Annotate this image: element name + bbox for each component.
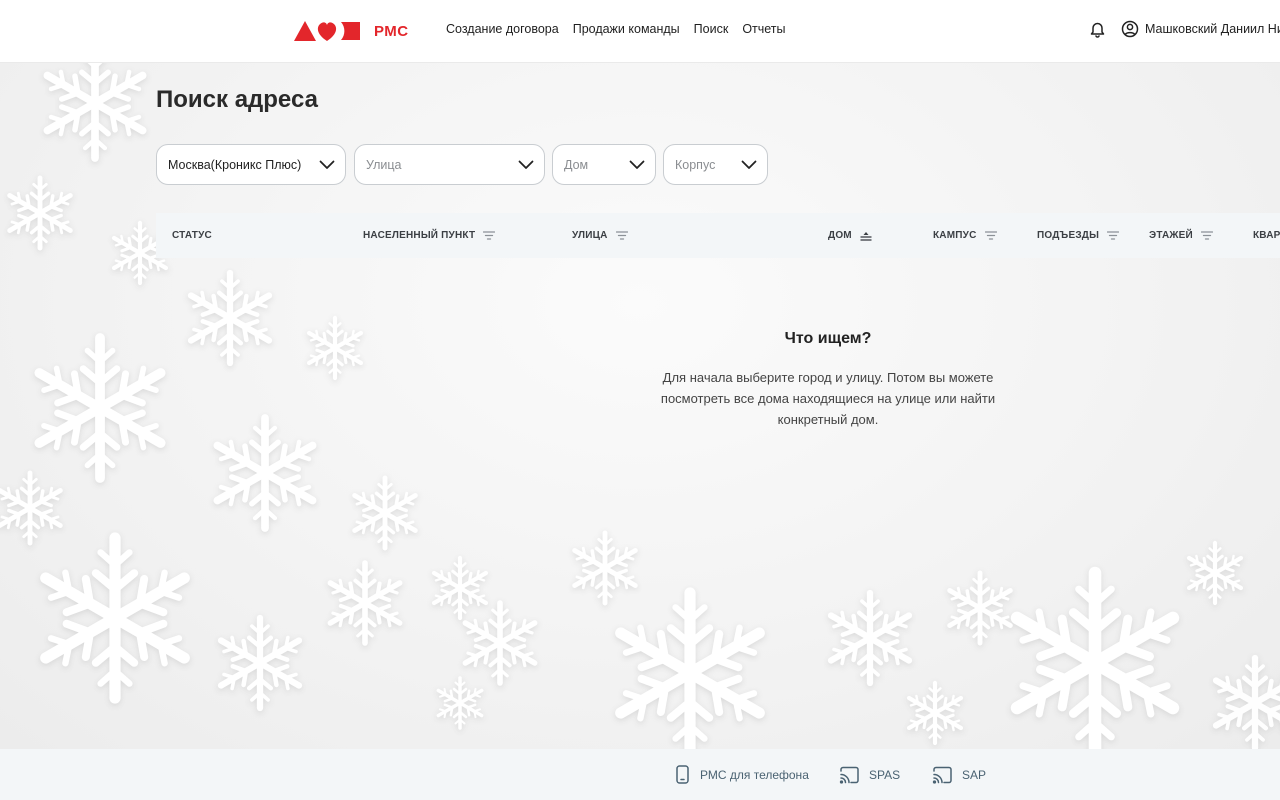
page-title: Поиск адреса xyxy=(156,86,318,113)
building-select-placeholder: Корпус xyxy=(675,157,716,172)
user-area: Машковский Даниил Ни xyxy=(1089,20,1280,38)
user-name[interactable]: Машковский Даниил Ни xyxy=(1145,22,1280,36)
column-label: КАМПУС xyxy=(933,230,977,241)
empty-state-line: Для начала выберите город и улицу. Потом… xyxy=(662,370,994,385)
footer-link-spas[interactable]: SPAS xyxy=(839,749,900,800)
empty-state-line: конкретный дом. xyxy=(777,412,879,427)
column-label: ПОДЪЕЗДЫ xyxy=(1037,230,1100,241)
nav-item-team-sales[interactable]: Продажи команды xyxy=(573,22,680,36)
results-table-header: СТАТУС НАСЕЛЕННЫЙ ПУНКТ УЛИЦА ДОМ КАМПУС… xyxy=(156,213,1280,258)
filter-sort-icon[interactable] xyxy=(615,231,628,240)
phone-icon xyxy=(674,765,691,784)
column-entrances[interactable]: ПОДЪЕЗДЫ xyxy=(1037,213,1120,258)
footer-link-mobile-app[interactable]: РМС для телефона xyxy=(674,749,809,800)
column-campus[interactable]: КАМПУС xyxy=(933,213,997,258)
filter-sort-icon[interactable] xyxy=(1107,231,1120,240)
street-select-placeholder: Улица xyxy=(366,157,402,172)
chevron-down-icon xyxy=(518,160,534,170)
street-select[interactable]: Улица xyxy=(354,144,545,185)
column-street[interactable]: УЛИЦА xyxy=(572,213,628,258)
brand-name: РМС xyxy=(374,22,409,40)
cast-icon xyxy=(932,766,953,784)
column-label: НАСЕЛЕННЫЙ ПУНКТ xyxy=(363,230,476,241)
house-select-placeholder: Дом xyxy=(564,157,589,172)
nav-item-search[interactable]: Поиск xyxy=(694,22,729,36)
top-header: РМС Создание договора Продажи команды По… xyxy=(0,0,1280,63)
empty-state-line: посмотреть все дома находящиеся на улице… xyxy=(660,391,996,406)
bell-icon[interactable] xyxy=(1089,20,1106,38)
column-locality[interactable]: НАСЕЛЕННЫЙ ПУНКТ xyxy=(363,213,496,258)
building-select[interactable]: Корпус xyxy=(663,144,768,185)
column-label: ЭТАЖЕЙ xyxy=(1149,230,1193,241)
filter-sort-icon[interactable] xyxy=(1200,231,1213,240)
cast-icon xyxy=(839,766,860,784)
user-avatar-icon[interactable] xyxy=(1121,20,1139,38)
column-floors[interactable]: ЭТАЖЕЙ xyxy=(1149,213,1213,258)
chevron-down-icon xyxy=(629,160,645,170)
nav-item-reports[interactable]: Отчеты xyxy=(742,22,785,36)
city-select[interactable]: Москва(Кроникс Плюс) xyxy=(156,144,346,185)
column-status[interactable]: СТАТУС xyxy=(172,213,212,258)
house-select[interactable]: Дом xyxy=(552,144,656,185)
footer-link-label: SPAS xyxy=(869,767,901,782)
footer-link-label: РМС для телефона xyxy=(700,767,809,782)
city-select-value: Москва(Кроникс Плюс) xyxy=(168,157,302,172)
main-nav: Создание договора Продажи команды Поиск … xyxy=(446,22,800,36)
chevron-down-icon xyxy=(319,160,335,170)
column-apartments[interactable]: КВАР xyxy=(1253,213,1280,258)
nav-item-create-contract[interactable]: Создание договора xyxy=(446,22,559,36)
logo-shapes-icon xyxy=(294,21,360,41)
footer-link-label: SAP xyxy=(962,767,987,782)
column-label: КВАР xyxy=(1253,230,1280,241)
footer-link-sap[interactable]: SAP xyxy=(932,749,986,800)
chevron-down-icon xyxy=(741,160,757,170)
filter-sort-icon[interactable] xyxy=(483,231,496,240)
footer: РМС для телефона SPAS SAP xyxy=(0,749,1280,800)
column-label: СТАТУС xyxy=(172,230,212,241)
empty-state-description: Для начала выберите город и улицу. Потом… xyxy=(628,367,1028,430)
column-house[interactable]: ДОМ xyxy=(828,213,872,258)
column-label: УЛИЦА xyxy=(572,230,608,241)
brand-logo[interactable]: РМС xyxy=(294,19,409,43)
filter-sort-icon[interactable] xyxy=(984,231,997,240)
empty-state-title: Что ищем? xyxy=(784,330,872,347)
column-label: ДОМ xyxy=(828,230,852,241)
sort-ascending-icon[interactable] xyxy=(860,231,872,241)
